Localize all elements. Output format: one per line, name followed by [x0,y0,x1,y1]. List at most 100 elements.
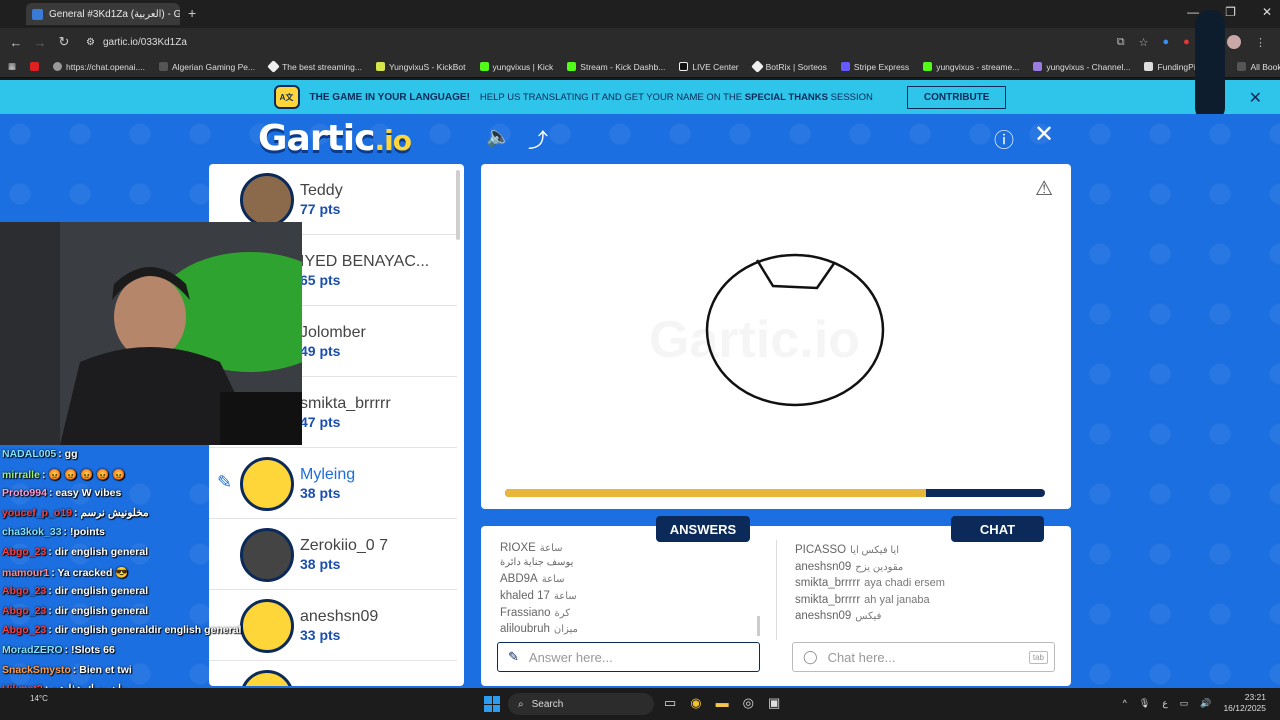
players-scrollbar[interactable] [456,170,460,240]
player-name: aneshsn09 [300,608,379,625]
bookmark-label: yungvixus - Channel... [1046,61,1131,72]
answer-author: ABD9A [500,573,538,585]
microphone-icon[interactable]: 🎙 [1139,698,1150,709]
task-view-icon[interactable]: ▭ [664,695,676,711]
apps-grid-icon[interactable]: ▦ [8,61,16,72]
stream-chat-user: Abgo_23 [2,624,47,637]
extension-icon[interactable]: ● [1162,36,1169,48]
banner-title: THE GAME IN YOUR LANGUAGE! [309,91,470,103]
player-drawing [705,253,885,407]
forward-icon[interactable]: → [28,35,52,50]
bookmark-label: https://chat.openai.... [66,61,145,72]
round-timer-fill [505,489,927,497]
file-explorer-icon[interactable]: ▬ [716,695,729,711]
bookmark-youtube[interactable] [30,62,40,71]
player-name: Jolomber [300,324,366,341]
gartic-logo[interactable]: Gartic.io [258,118,412,159]
reload-icon[interactable]: ↻ [52,34,76,50]
bookmark-item[interactable]: Algerian Gaming Pe... [158,62,255,72]
player-points: 77 pts [300,201,341,217]
player-points: 65 pts [300,272,341,288]
folder-icon [1237,62,1247,71]
answer-input[interactable]: ✎ Answer here... [497,642,760,672]
answer-text: ميزان [553,624,578,635]
tray-overflow-icon[interactable]: ^ [1123,698,1127,708]
chat-placeholder: Chat here... [827,649,896,665]
tiktok-icon [679,62,689,71]
info-icon[interactable]: ⓘ [994,124,1014,153]
chat-author: aneshsn09 [795,561,852,573]
contribute-button[interactable]: CONTRIBUTE [906,85,1007,109]
player-points: 49 pts [300,343,341,359]
bookmark-item[interactable]: Stripe Express [840,62,909,72]
new-tab-icon[interactable]: + [188,5,196,21]
answer-message: يوسف جناية دائرة [500,556,577,568]
network-icon[interactable]: ▭ [1180,698,1189,709]
clock[interactable]: 23:21 16/12/2025 [1223,692,1266,714]
chat-text: aya chadi ersem [864,577,945,589]
bookmark-item[interactable]: yungvixus - Channel... [1033,62,1130,72]
player-name: smikta_brrrrr [300,395,391,412]
bookmark-item[interactable]: yungvixus | Kick [479,62,553,72]
webcam-overlay [0,222,302,445]
bookmark-star-icon[interactable]: ☆ [1139,36,1149,49]
profile-avatar[interactable] [1227,35,1241,49]
chat-message: aneshsn09 فيكس [795,610,881,622]
close-banner-icon[interactable]: ✕ [1249,88,1262,108]
stream-chat-message: : dir english general [48,604,149,617]
restore-icon[interactable]: ❐ [1225,5,1236,19]
install-icon[interactable]: ⧉ [1117,36,1125,49]
site-info-icon[interactable]: ⚙ [86,37,95,48]
player-points: 38 pts [300,556,341,572]
stream-chat-user: Abgo_23 [2,604,47,617]
answer-author: يوسف جناية دائرة [500,557,574,568]
back-icon[interactable]: ← [4,35,28,50]
chat-tab[interactable]: CHAT [951,516,1044,542]
kick-icon [567,62,577,71]
url-text: gartic.io/033Kd1Za [102,36,187,48]
bookmark-item[interactable]: https://chat.openai.... [53,62,145,72]
chat-author: smikta_brrrrr [795,577,861,589]
answer-author: Frassiano [500,607,551,619]
answers-scrollbar[interactable] [757,616,760,636]
obs-icon[interactable]: ◎ [743,695,754,711]
chat-input[interactable]: ◯ Chat here... tab [792,642,1055,672]
chat-text: ah yal janaba [864,594,930,606]
pencil-icon: ✎ [508,649,519,664]
weather-widget[interactable]: 14°C [30,694,48,703]
volume-icon[interactable]: 🔊 [1200,698,1211,709]
folder-icon [158,62,168,71]
bookmark-item[interactable]: BotRix | Sorteos [750,60,827,73]
bookmark-item[interactable]: LIVE Center [679,62,739,72]
bookmarks-bar: ▦ https://chat.openai.... Algerian Gamin… [0,56,1280,78]
bookmark-item[interactable]: The best streaming... [267,60,362,73]
answers-tab[interactable]: ANSWERS [656,516,750,542]
exit-room-icon[interactable]: ✕ [1034,120,1054,149]
stripe-icon [840,62,850,71]
stream-chat-user: Proto994 [2,487,47,500]
chat-author: aneshsn09 [795,610,852,622]
sound-icon[interactable]: 🔈 [486,124,511,149]
language-indicator-icon[interactable]: ع [1162,698,1167,709]
close-window-icon[interactable]: ✕ [1262,5,1272,19]
bookmark-item[interactable]: Stream - Kick Dashb... [567,62,665,72]
terminal-icon[interactable]: ▣ [768,695,780,711]
stream-chat-line: Abgo_23: dir english general [2,605,148,617]
taskbar-search[interactable]: ⌕ Search [508,693,654,715]
start-menu-icon[interactable] [484,696,500,712]
browser-menu-icon[interactable]: ⋮ [1255,36,1266,49]
gartic-favicon-icon [32,8,43,20]
clock-time: 23:21 [1244,692,1266,702]
drawing-canvas[interactable]: Gartic.io ⚠ [481,164,1071,509]
address-bar[interactable]: ⚙ gartic.io/033Kd1Za [86,37,187,48]
bookmark-item[interactable]: YungvixuS - KickBot [375,62,466,72]
share-icon[interactable]: ⤴ [528,124,548,153]
chat-message: aneshsn09 مقودين يزح [795,561,903,573]
bookmark-item[interactable]: yungvixus - streame... [923,62,1019,72]
kick-icon [923,62,933,71]
browser-tab-active[interactable]: General #3Kd1Za (العربية) - Gar ✕ [26,3,180,25]
all-bookmarks[interactable]: All Bookmarks [1237,62,1280,72]
extension-badge-icon[interactable]: ● [1183,36,1190,48]
chrome-icon[interactable]: ◉ [690,695,701,711]
answer-message: RIOXE ساعة [500,542,563,554]
